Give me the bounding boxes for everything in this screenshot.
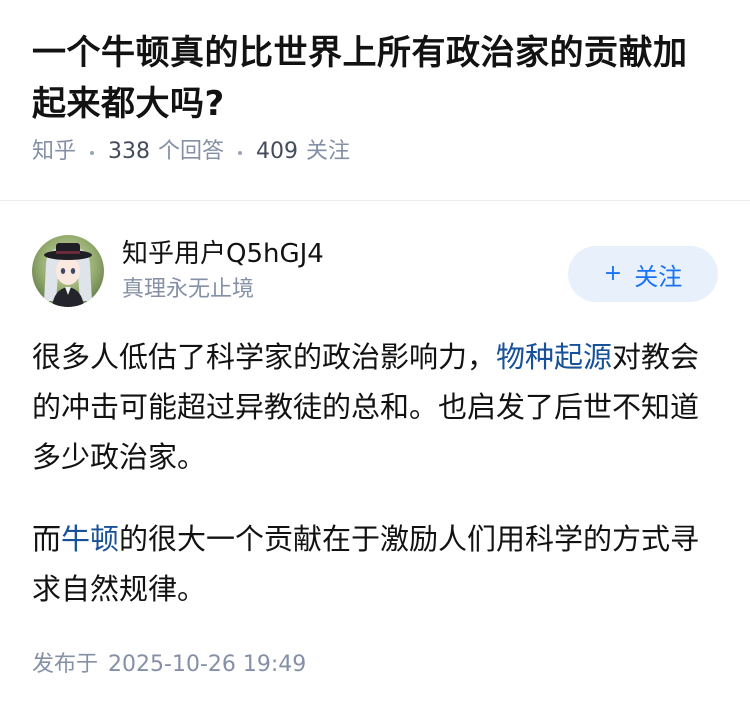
topic-link-origin-of-species[interactable]: 物种起源 — [496, 340, 612, 374]
separator-dot — [238, 151, 243, 155]
author-bio: 真理永无止境 — [122, 277, 255, 302]
answer-body: 很多人低估了科学家的政治影响力，物种起源对教会的冲击可能超过异教徒的总和。也启发… — [32, 332, 718, 614]
paragraph-text: 很多人低估了科学家的政治影响力， — [32, 340, 497, 374]
topic-link-newton[interactable]: 牛顿 — [61, 522, 119, 556]
source-label[interactable]: 知乎 — [32, 136, 76, 168]
author-info: 知乎用户Q5hGJ4 真理永无止境 — [122, 237, 568, 305]
publish-label: 发布于 — [32, 652, 99, 677]
answer-count-label[interactable]: 个回答 — [158, 136, 224, 168]
header-divider — [0, 200, 750, 201]
question-title[interactable]: 一个牛顿真的比世界上所有政治家的贡献加起来都大吗? — [32, 28, 718, 130]
follower-count-label[interactable]: 关注 — [306, 136, 350, 168]
separator-dot — [90, 151, 95, 155]
publish-info: 发布于 2025-10-26 19:49 — [32, 650, 306, 680]
answer-count: 338 — [108, 139, 151, 164]
avatar-illustration-icon — [32, 235, 104, 307]
follower-count: 409 — [256, 139, 299, 164]
publish-time[interactable]: 2025-10-26 19:49 — [108, 652, 306, 677]
answer-paragraph: 而牛顿的很大一个贡献在于激励人们用科学的方式寻求自然规律。 — [32, 514, 718, 614]
follow-button-label: 关注 — [634, 262, 683, 291]
author-name[interactable]: 知乎用户Q5hGJ4 — [122, 237, 568, 271]
author-row: 知乎用户Q5hGJ4 真理永无止境 + 关注 — [32, 230, 718, 312]
answer-paragraph: 很多人低估了科学家的政治影响力，物种起源对教会的冲击可能超过异教徒的总和。也启发… — [32, 332, 718, 482]
paragraph-text: 而 — [32, 522, 62, 556]
avatar[interactable] — [32, 235, 104, 307]
follow-button[interactable]: + 关注 — [568, 246, 718, 302]
paragraph-text: 的很大一个贡献在于激励人们用科学的方式寻求自然规律。 — [32, 522, 700, 606]
plus-icon: + — [603, 260, 623, 286]
question-header: 一个牛顿真的比世界上所有政治家的贡献加起来都大吗? 知乎 338 个回答 409… — [0, 0, 750, 172]
question-meta: 知乎 338 个回答 409 关注 — [32, 136, 718, 168]
answer-card: 知乎用户Q5hGJ4 真理永无止境 + 关注 很多人低估了科学家的政治影响力，物… — [32, 230, 718, 646]
